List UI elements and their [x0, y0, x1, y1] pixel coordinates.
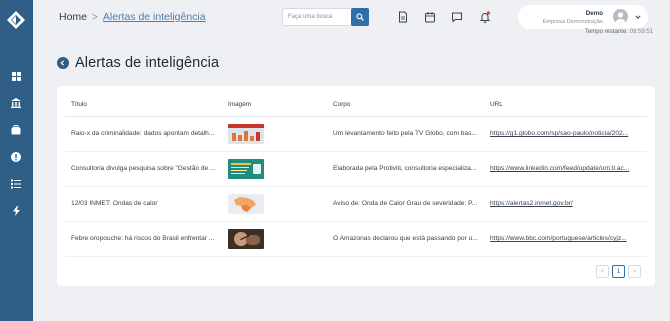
column-header-url: URL — [484, 94, 647, 117]
user-name: Demo — [585, 10, 603, 17]
row-body: Um levantamento feito pela TV Globo, com… — [327, 116, 484, 152]
user-avatar-icon — [615, 12, 626, 24]
column-header-image: Imagem — [222, 94, 327, 117]
table-row[interactable]: Raio-x da criminalidade: dados apontam d… — [65, 116, 647, 152]
back-button[interactable] — [57, 57, 69, 69]
session-timer: Tempo restante: 09:59:51 — [585, 29, 653, 35]
calendar-icon[interactable] — [424, 10, 436, 23]
dashboard-grid-icon[interactable] — [9, 69, 23, 83]
breadcrumb-current-link[interactable]: Alertas de inteligência — [103, 11, 206, 23]
chat-icon[interactable] — [451, 10, 463, 23]
row-body: Aviso de: Onda de Calor Grau de severida… — [327, 186, 484, 222]
table-row[interactable]: Febre oropouche: há riscos do Brasil enf… — [65, 221, 647, 257]
table-header-row: Título Imagem Corpo URL — [65, 94, 647, 117]
checklist-icon[interactable] — [9, 177, 23, 191]
table-row[interactable]: Consultoria divulga pesquisa sobre "Gest… — [65, 151, 647, 187]
row-title: 12/03 INMET: Ondas de calor — [65, 186, 222, 222]
alerts-table: Título Imagem Corpo URL Raio-x da crimin… — [65, 94, 647, 257]
breadcrumb-separator: > — [92, 11, 98, 23]
search-button[interactable] — [351, 8, 369, 26]
row-title: Raio-x da criminalidade: dados apontam d… — [65, 116, 222, 152]
chevron-down-icon — [635, 15, 641, 19]
row-title: Consultoria divulga pesquisa sobre "Gest… — [65, 151, 222, 187]
briefcase-icon[interactable] — [9, 123, 23, 137]
pagination-prev-button[interactable]: < — [596, 265, 609, 278]
search-icon — [356, 13, 364, 21]
user-company: Empresa Demonstração — [542, 19, 603, 25]
alerts-card: Título Imagem Corpo URL Raio-x da crimin… — [57, 86, 655, 286]
pagination-page-button[interactable]: 1 — [612, 265, 625, 278]
mosquito-thumbnail — [228, 228, 264, 249]
page-header: Alertas de inteligência — [57, 55, 219, 71]
arrow-left-icon — [60, 60, 65, 66]
session-timer-value: 09:59:51 — [629, 29, 653, 35]
row-body: Elaborada pela Protiviti, consultoria es… — [327, 151, 484, 187]
notification-bell-icon[interactable] — [479, 10, 491, 23]
app-logo-icon[interactable] — [6, 10, 26, 30]
row-url-link[interactable]: https://g1.globo.com/sp/sao-paulo/notici… — [490, 130, 628, 137]
row-url-link[interactable]: https://www.bbc.com/portuguese/articles/… — [490, 235, 627, 242]
row-url-link[interactable]: https://www.linkedin.com/feed/update/urn… — [490, 165, 629, 172]
pagination: < 1 > — [596, 265, 641, 278]
lightning-icon[interactable] — [9, 204, 23, 218]
page-title: Alertas de inteligência — [75, 55, 220, 71]
session-timer-label: Tempo restante: — [584, 29, 628, 35]
table-row[interactable]: 12/03 INMET: Ondas de calor Aviso de: On… — [65, 186, 647, 222]
teal-survey-thumbnail — [228, 158, 264, 179]
user-menu[interactable]: Demo Empresa Demonstração — [518, 5, 648, 29]
breadcrumb-home-link[interactable]: Home — [59, 11, 87, 23]
row-title: Febre oropouche: há riscos do Brasil enf… — [65, 221, 222, 257]
column-header-body: Corpo — [327, 94, 484, 117]
row-url-link[interactable]: https://alertas2.inmet.gov.br/ — [490, 200, 573, 207]
column-header-title: Título — [65, 94, 222, 117]
document-icon[interactable] — [397, 10, 409, 23]
breadcrumb: Home > Alertas de inteligência — [59, 11, 206, 23]
pagination-next-button[interactable]: > — [628, 265, 641, 278]
brazil-map-thumbnail — [228, 193, 264, 214]
row-body: O Amazonas declarou que está passando po… — [327, 221, 484, 257]
avatar — [613, 9, 628, 24]
crime-chart-thumbnail — [228, 123, 264, 144]
sidebar — [0, 0, 33, 321]
alert-circle-icon[interactable] — [9, 150, 23, 164]
institution-icon[interactable] — [9, 96, 23, 110]
top-bar: Home > Alertas de inteligência Faça uma … — [33, 0, 670, 44]
